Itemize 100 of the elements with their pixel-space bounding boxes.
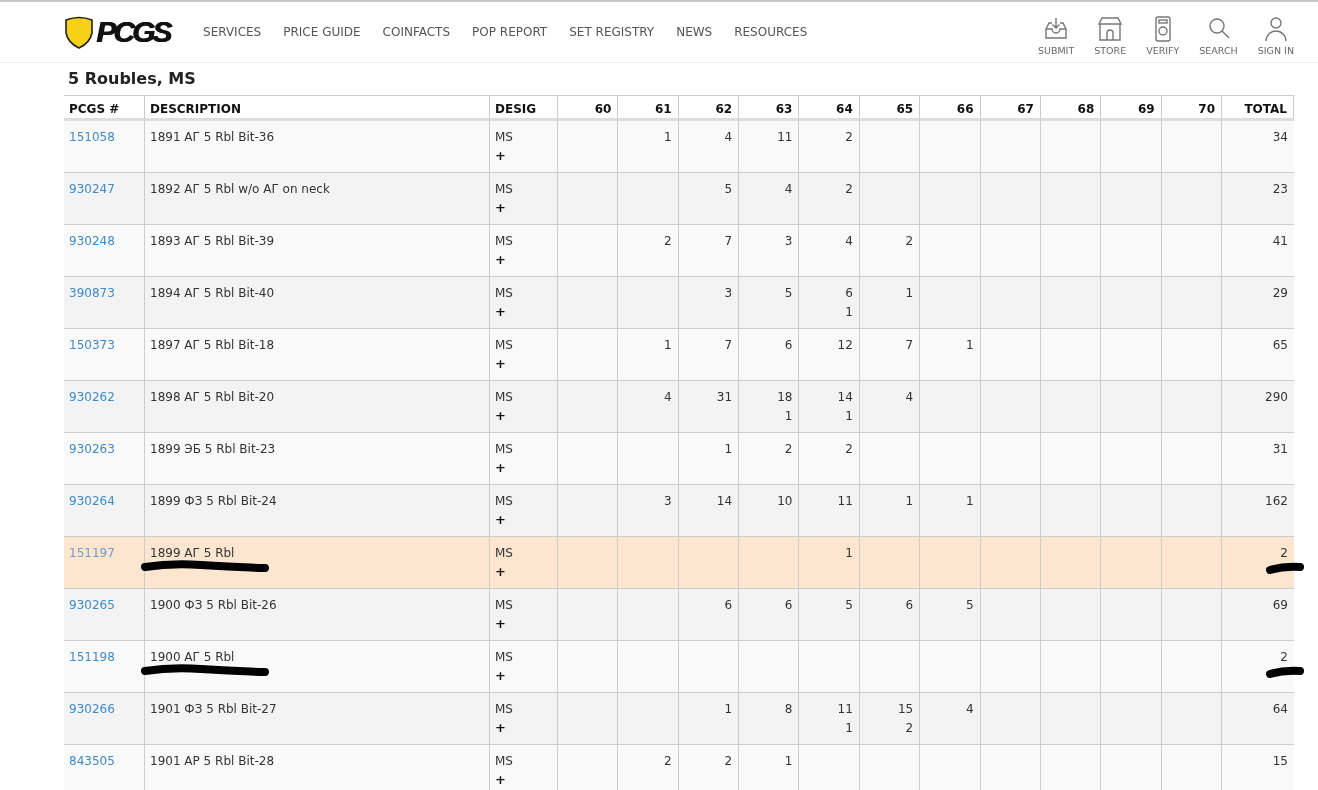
population-count: 5 [784, 285, 793, 301]
population-count: 2 [664, 233, 672, 249]
page-title: 5 Roubles, MS [68, 69, 197, 88]
population-count: 7 [905, 337, 914, 353]
population-count: 4 [905, 389, 914, 405]
plus-designation-text: + [495, 252, 506, 268]
population-count: 12 [837, 337, 853, 353]
population-count: 1 [664, 129, 672, 145]
population-count: 1 [724, 701, 733, 717]
plus-population-count: 1 [845, 720, 853, 736]
designation-text: MS [495, 129, 513, 145]
designation-text: MS [495, 597, 513, 613]
population-count: 1 [905, 285, 914, 301]
total-count: 2 [1280, 545, 1288, 561]
population-count: 14 [837, 389, 853, 405]
pcgs-number-link[interactable]: 151058 [69, 129, 115, 145]
logo[interactable]: PCGS [96, 15, 170, 49]
designation-text: MS [495, 233, 513, 249]
population-count: 4 [664, 389, 672, 405]
pcgs-number-link[interactable]: 843505 [69, 753, 115, 769]
population-count: 2 [905, 233, 914, 249]
population-count: 4 [845, 233, 853, 249]
nav-link[interactable]: NEWS [676, 25, 713, 39]
population-count: 6 [784, 597, 793, 613]
population-count: 1 [784, 753, 793, 769]
pcgs-number-link[interactable]: 930247 [69, 181, 115, 197]
plus-designation-text: + [495, 512, 506, 528]
total-count: 69 [1272, 597, 1288, 613]
population-count: 6 [845, 285, 853, 301]
header-action[interactable]: STORE [1094, 8, 1127, 56]
pcgs-number-link[interactable]: 150373 [69, 337, 115, 353]
plus-designation-text: + [495, 356, 506, 372]
header-action[interactable]: SIGN IN [1257, 8, 1294, 56]
population-count: 6 [784, 337, 793, 353]
designation-text: MS [495, 337, 513, 353]
description-text: 1901 ФЗ 5 Rbl Bit-27 [150, 701, 277, 717]
population-count: 1 [724, 441, 733, 457]
plus-designation-text: + [495, 200, 506, 216]
description-text: 1897 АГ 5 Rbl Bit-18 [150, 337, 275, 353]
population-count: 3 [784, 233, 793, 249]
population-count: 11 [837, 701, 853, 717]
description-text: 1899 ЭБ 5 Rbl Bit-23 [150, 441, 276, 457]
population-count: 2 [724, 753, 733, 769]
nav-link[interactable]: RESOURCES [734, 25, 808, 39]
nav-link[interactable]: SERVICES [203, 25, 262, 39]
description-text: 1894 АГ 5 Rbl Bit-40 [150, 285, 275, 301]
description-text: 1900 ФЗ 5 Rbl Bit-26 [150, 597, 277, 613]
plus-designation-text: + [495, 148, 506, 164]
pcgs-number-link[interactable]: 930248 [69, 233, 115, 249]
population-count: 3 [724, 285, 733, 301]
pcgs-number-link[interactable]: 390873 [69, 285, 115, 301]
population-count: 1 [965, 493, 974, 509]
nav-link[interactable]: SET REGISTRY [569, 25, 655, 39]
pcgs-number-link[interactable]: 930263 [69, 441, 115, 457]
population-count: 8 [784, 701, 793, 717]
plus-designation-text: + [495, 616, 506, 632]
population-count: 2 [664, 753, 672, 769]
pcgs-number-link[interactable]: 930266 [69, 701, 115, 717]
description-text: 1901 АР 5 Rbl Bit-28 [150, 753, 275, 769]
population-count: 18 [777, 389, 793, 405]
population-count: 1 [905, 493, 914, 509]
total-count: 64 [1272, 701, 1288, 717]
population-count: 4 [784, 181, 793, 197]
population-count: 10 [777, 493, 793, 509]
total-count: 29 [1272, 285, 1288, 301]
plus-designation-text: + [495, 564, 506, 580]
designation-text: MS [495, 649, 513, 665]
nav-link[interactable]: PRICE GUIDE [283, 25, 361, 39]
population-count: 11 [777, 129, 793, 145]
population-count: 2 [784, 441, 793, 457]
designation-text: MS [495, 701, 513, 717]
population-count: 3 [664, 493, 672, 509]
plus-designation-text: + [495, 720, 506, 736]
nav-link[interactable]: POP REPORT [472, 25, 548, 39]
description-text: 1899 ФЗ 5 Rbl Bit-24 [150, 493, 277, 509]
description-text: 1891 АГ 5 Rbl Bit-36 [150, 129, 275, 145]
plus-designation-text: + [495, 304, 506, 320]
pcgs-number-link[interactable]: 930264 [69, 493, 115, 509]
total-count: 2 [1280, 649, 1288, 665]
population-count: 7 [724, 337, 733, 353]
designation-text: MS [495, 545, 513, 561]
store-icon [1096, 14, 1125, 43]
pcgs-number-link[interactable]: 930265 [69, 597, 115, 613]
total-count: 15 [1272, 753, 1288, 769]
header-action[interactable]: SUBMIT [1037, 8, 1075, 56]
population-count: 4 [724, 129, 733, 145]
population-count: 5 [845, 597, 853, 613]
description-text: 1892 АГ 5 Rbl w/o АГ on neck [150, 181, 330, 197]
header-action[interactable]: SEARCH [1199, 8, 1238, 56]
plus-designation-text: + [495, 408, 506, 424]
nav-link[interactable]: COINFACTS [382, 25, 451, 39]
designation-text: MS [495, 285, 513, 301]
header-action[interactable]: VERIFY [1146, 8, 1180, 56]
pcgs-number-link[interactable]: 930262 [69, 389, 115, 405]
designation-text: MS [495, 181, 513, 197]
plus-population-count: 1 [845, 408, 853, 424]
population-count: 2 [845, 129, 853, 145]
description-text: 1893 АГ 5 Rbl Bit-39 [150, 233, 275, 249]
pcgs-number-link[interactable]: 151198 [69, 649, 115, 665]
plus-population-count: 2 [905, 720, 914, 736]
